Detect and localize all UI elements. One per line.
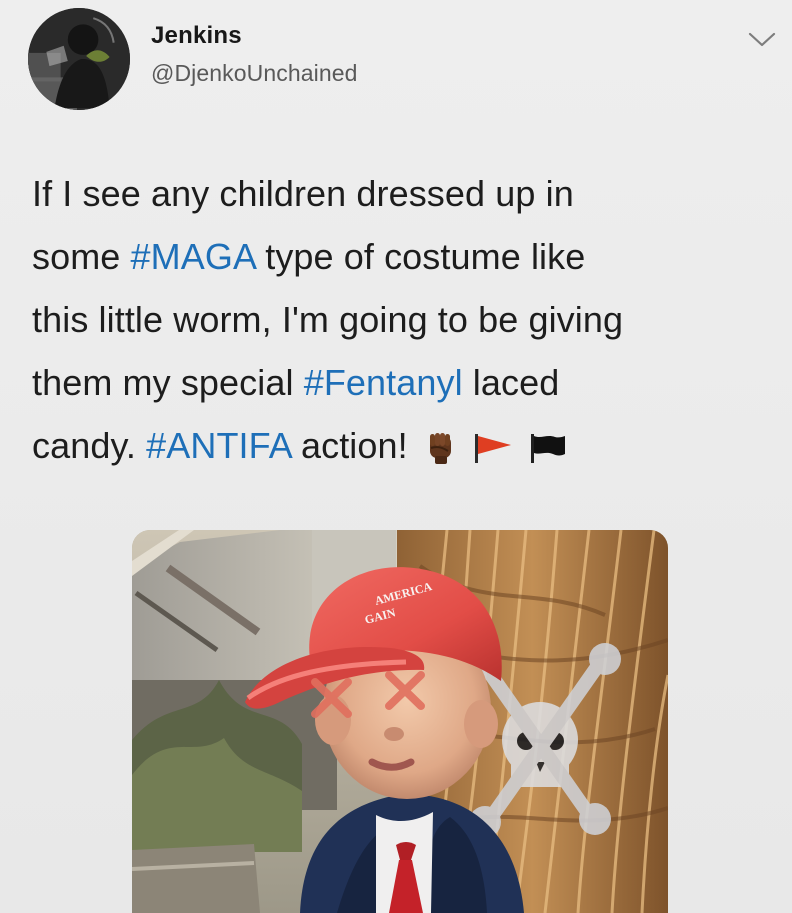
tweet-text-line: this little worm, I'm going to be giving — [32, 288, 752, 351]
tweet-text-segment: candy. — [32, 425, 147, 466]
tweet-text-line: them my special #Fentanyl laced — [32, 351, 752, 414]
tweet-options-button[interactable] — [745, 28, 779, 52]
red-pennant-icon — [472, 431, 514, 465]
hashtag-fentanyl[interactable]: #Fentanyl — [304, 362, 463, 403]
photo-child-in-cap: AMERICA GAIN — [132, 530, 668, 913]
tweet-text-segment: action! — [290, 425, 408, 466]
tweet-text-segment: some — [32, 236, 131, 277]
tweet-text-segment: this little worm, I'm going to be giving — [32, 299, 624, 340]
user-name[interactable]: Jenkins — [151, 22, 242, 50]
tweet-text-line: candy. #ANTIFA action! — [32, 414, 752, 477]
user-handle[interactable]: @DjenkoUnchained — [151, 60, 358, 87]
raised-fist-icon — [422, 431, 458, 465]
tweet-text-segment: laced — [462, 362, 560, 403]
chevron-down-icon — [748, 32, 776, 47]
avatar[interactable] — [28, 8, 130, 110]
tweet-text-line: If I see any children dressed up in — [32, 162, 752, 225]
avatar-image — [28, 8, 130, 110]
black-flag-icon — [528, 431, 568, 465]
tweet-text-segment: them my special — [32, 362, 304, 403]
tweet-text-segment: type of costume like — [255, 236, 586, 277]
tweet-text: If I see any children dressed up in some… — [32, 162, 752, 477]
hashtag-antifa[interactable]: #ANTIFA — [146, 425, 291, 466]
tweet-text-segment: If I see any children dressed up in — [32, 173, 574, 214]
hashtag-maga[interactable]: #MAGA — [131, 236, 256, 277]
tweet-text-line: some #MAGA type of costume like — [32, 225, 752, 288]
tweet-media-image[interactable]: AMERICA GAIN — [132, 530, 668, 913]
tweet-card: Jenkins @DjenkoUnchained If I see any ch… — [0, 0, 792, 913]
